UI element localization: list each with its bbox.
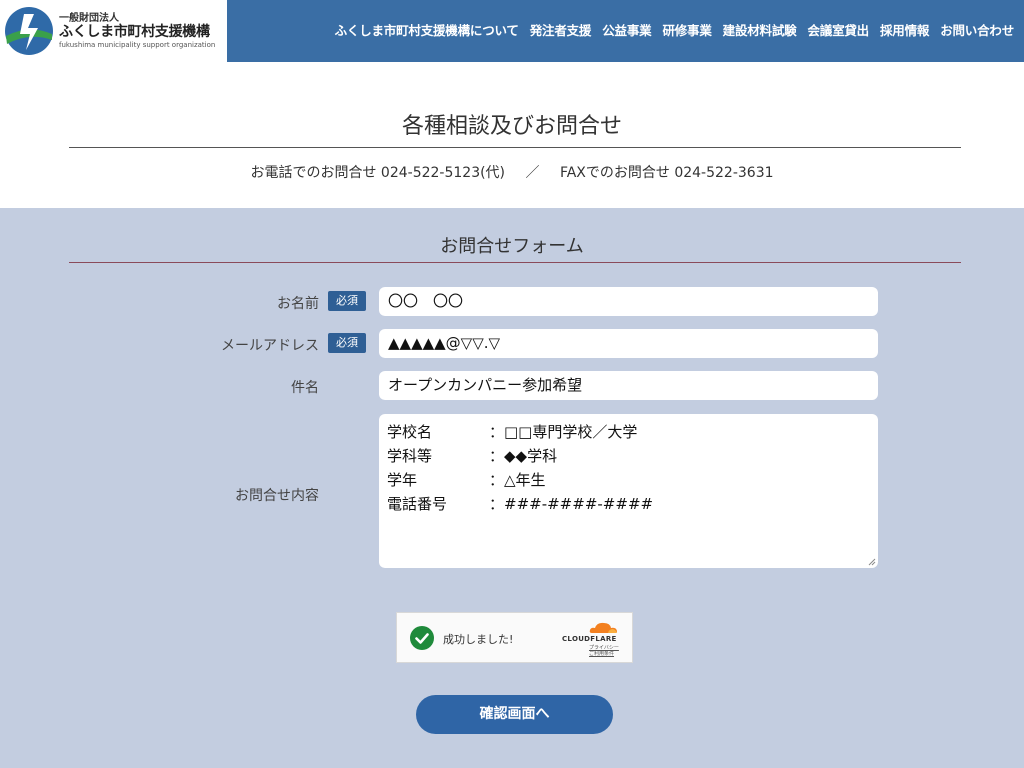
cloudflare-cloud-icon bbox=[589, 622, 617, 633]
nav-recruit[interactable]: 採用情報 bbox=[880, 20, 929, 39]
check-circle-icon bbox=[410, 626, 434, 650]
fax-number: 024-522-3631 bbox=[674, 165, 774, 181]
captcha-status: 成功しました! bbox=[443, 633, 514, 646]
nav-client-support[interactable]: 発注者支援 bbox=[530, 20, 592, 39]
main-nav: ふくしま市町村支援機構について 発注者支援 公益事業 研修事業 建設材料試験 会… bbox=[335, 20, 1015, 39]
confirm-button[interactable]: 確認画面へ bbox=[416, 695, 613, 734]
logo-mark-icon bbox=[5, 7, 53, 55]
nav-material-testing[interactable]: 建設材料試験 bbox=[723, 20, 797, 39]
logo-english: fukushima municipality support organizat… bbox=[59, 41, 216, 49]
cloudflare-captcha[interactable]: 成功しました! CLOUDFLARE プライバシー ご利用条件 bbox=[396, 612, 633, 663]
message-line: 電話番号 ：###-####-#### bbox=[387, 495, 654, 513]
page-title: 各種相談及びお問合せ bbox=[401, 114, 622, 139]
nav-about[interactable]: ふくしま市町村支援機構について bbox=[335, 20, 519, 39]
subject-input[interactable]: オープンカンパニー参加希望 bbox=[379, 371, 878, 400]
email-input[interactable]: ▲▲▲▲▲@▽▽.▽ bbox=[379, 329, 878, 358]
message-line: 学校名 ：□□専門学校／大学 bbox=[387, 423, 638, 441]
nav-training[interactable]: 研修事業 bbox=[662, 20, 711, 39]
message-line: 学科等 ：◆◆学科 bbox=[387, 447, 558, 465]
name-required-badge: 必須 bbox=[328, 291, 366, 311]
form-title: お問合せフォーム bbox=[440, 236, 584, 257]
logo-title: ふくしま市町村支援機構 bbox=[59, 24, 210, 40]
cloudflare-brand: CLOUDFLARE bbox=[562, 635, 617, 643]
message-label: お問合せ内容 bbox=[235, 488, 319, 504]
title-divider bbox=[69, 147, 961, 148]
email-label: メールアドレス bbox=[221, 338, 319, 354]
message-textarea[interactable]: 学校名 ：□□専門学校／大学 学科等 ：◆◆学科 学年 ：△年生 電話番号 ：#… bbox=[379, 414, 878, 568]
subject-label: 件名 bbox=[291, 380, 319, 396]
contact-separator: ／ bbox=[525, 165, 540, 181]
captcha-links: プライバシー ご利用条件 bbox=[589, 645, 619, 657]
email-required-badge: 必須 bbox=[328, 333, 366, 353]
tel-label: お電話でのお問合せ bbox=[250, 165, 377, 181]
site-header: 一般財団法人 ふくしま市町村支援機構 fukushima municipalit… bbox=[0, 0, 1024, 62]
site-logo[interactable]: 一般財団法人 ふくしま市町村支援機構 fukushima municipalit… bbox=[0, 0, 227, 62]
terms-link[interactable]: ご利用条件 bbox=[589, 651, 619, 657]
name-label: お名前 bbox=[277, 296, 319, 312]
contact-info: お電話でのお問合せ 024-522-5123(代) ／ FAXでのお問合せ 02… bbox=[0, 162, 1024, 182]
fax-label: FAXでのお問合せ bbox=[559, 165, 670, 181]
tel-number: 024-522-5123(代) bbox=[380, 165, 506, 181]
nav-room-rental[interactable]: 会議室貸出 bbox=[807, 20, 869, 39]
contact-form-section: お問合せフォーム お名前 必須 〇〇 〇〇 メールアドレス 必須 ▲▲▲▲▲@▽… bbox=[0, 208, 1024, 768]
resize-grip-icon[interactable] bbox=[868, 558, 876, 566]
message-line: 学年 ：△年生 bbox=[387, 471, 546, 489]
form-divider bbox=[69, 262, 961, 263]
nav-contact[interactable]: お問い合わせ bbox=[940, 20, 1014, 39]
nav-public-projects[interactable]: 公益事業 bbox=[602, 20, 651, 39]
name-input[interactable]: 〇〇 〇〇 bbox=[379, 287, 878, 316]
